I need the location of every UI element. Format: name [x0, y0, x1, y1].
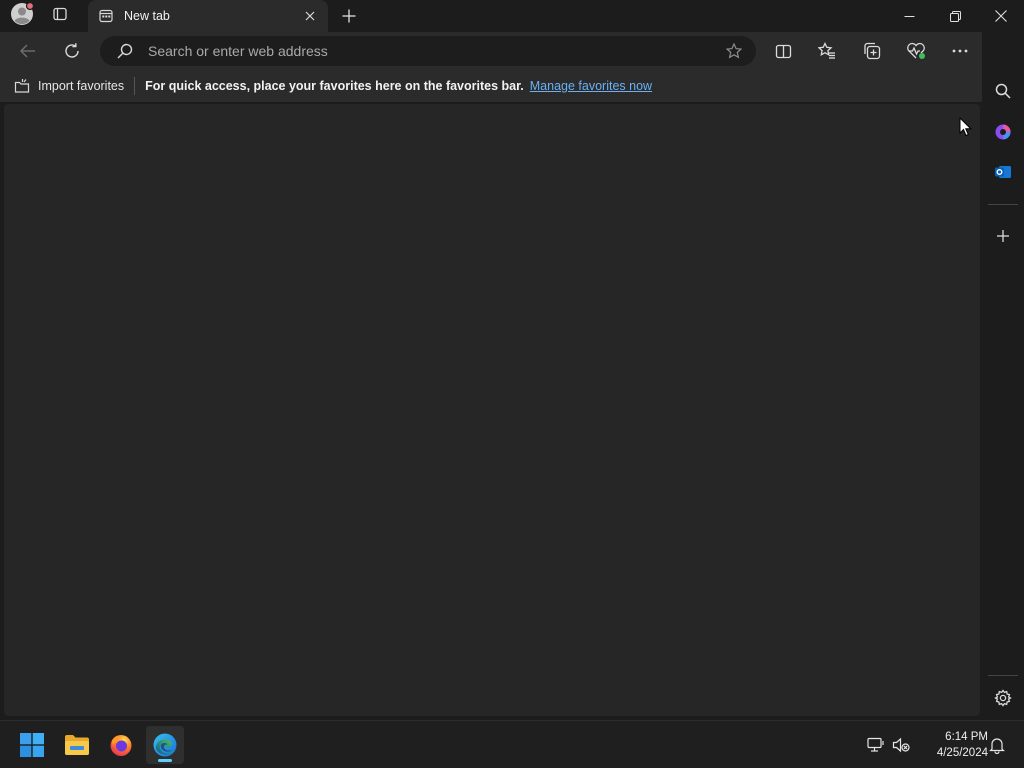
- tray-network[interactable]: [866, 735, 886, 755]
- sidebar-search-button[interactable]: [989, 77, 1017, 105]
- newtab-page-icon: [98, 8, 114, 24]
- close-icon: [995, 10, 1007, 22]
- sidebar-copilot-button[interactable]: [989, 118, 1017, 146]
- settings-icon: [994, 689, 1012, 707]
- collections-button[interactable]: [857, 36, 887, 66]
- taskbar-edge[interactable]: [146, 726, 184, 764]
- notification-bell-icon: [989, 737, 1005, 754]
- address-input[interactable]: [148, 43, 688, 59]
- close-window-button[interactable]: [980, 0, 1022, 32]
- favorites-button[interactable]: [812, 36, 842, 66]
- system-clock[interactable]: 6:14 PM 4/25/2024: [918, 729, 988, 761]
- page-content-area[interactable]: [4, 104, 980, 716]
- close-tab-icon: [305, 11, 315, 21]
- import-favorites-icon: [14, 79, 30, 93]
- sidebar-add-button[interactable]: [989, 222, 1017, 250]
- clock-date: 4/25/2024: [936, 747, 988, 759]
- search-icon: [117, 43, 133, 59]
- sidebar-divider-bottom: [988, 675, 1018, 676]
- sidebar-outlook-button[interactable]: [989, 158, 1017, 186]
- restore-icon: [949, 10, 961, 22]
- split-screen-button[interactable]: [768, 36, 798, 66]
- active-app-indicator: [158, 759, 172, 762]
- favorite-star-icon[interactable]: [725, 42, 743, 59]
- more-icon: [952, 49, 968, 53]
- manage-favorites-link[interactable]: Manage favorites now: [530, 79, 652, 93]
- favorites-icon: [818, 42, 835, 59]
- taskbar-file-explorer[interactable]: [58, 726, 96, 764]
- tab-actions-icon: [52, 6, 68, 27]
- mouse-cursor: [959, 116, 973, 142]
- collections-icon: [864, 42, 881, 60]
- network-icon: [867, 737, 884, 752]
- taskbar: 6:14 PM 4/25/2024: [0, 720, 1024, 768]
- favorites-bar-message: For quick access, place your favorites h…: [145, 79, 524, 93]
- tab-actions-button[interactable]: [46, 0, 74, 32]
- restore-button[interactable]: [934, 0, 976, 32]
- favorites-bar: Import favorites For quick access, place…: [0, 70, 982, 102]
- profile-icon: [10, 1, 35, 31]
- navigation-toolbar: [0, 32, 982, 70]
- sidebar-settings-button[interactable]: [989, 684, 1017, 712]
- refresh-button[interactable]: [57, 36, 87, 66]
- close-tab-button[interactable]: [300, 6, 320, 26]
- minimize-icon: [904, 15, 914, 17]
- outlook-icon: [995, 166, 1011, 178]
- tab-new-tab[interactable]: New tab: [88, 0, 328, 32]
- profile-button[interactable]: [6, 0, 38, 32]
- file-explorer-icon: [65, 735, 89, 755]
- back-button[interactable]: [13, 36, 43, 66]
- search-icon: [995, 83, 1011, 99]
- taskbar-firefox[interactable]: [102, 726, 140, 764]
- firefox-icon: [110, 735, 132, 756]
- new-tab-button[interactable]: [336, 0, 362, 32]
- import-favorites-button[interactable]: Import favorites: [14, 75, 134, 97]
- more-button[interactable]: [945, 36, 975, 66]
- minimize-button[interactable]: [888, 0, 930, 32]
- volume-muted-icon: [892, 737, 910, 753]
- add-icon: [997, 230, 1009, 242]
- tray-volume[interactable]: [891, 735, 911, 755]
- refresh-icon: [65, 43, 79, 58]
- favorites-bar-divider: [134, 77, 136, 95]
- plus-icon: [342, 9, 356, 23]
- tray-notifications[interactable]: [987, 735, 1007, 755]
- clock-time: 6:14 PM: [945, 731, 988, 743]
- windows-start-icon: [20, 733, 44, 757]
- copilot-sidebar-icon: [995, 124, 1011, 140]
- edge-icon: [153, 733, 177, 757]
- sidebar-divider: [988, 204, 1018, 205]
- browser-window: New tab Search or enter web address Impo…: [0, 0, 1024, 768]
- browser-essentials-button[interactable]: [901, 36, 931, 66]
- split-screen-icon: [775, 44, 791, 58]
- sidebar: [982, 32, 1024, 720]
- tab-title: New tab: [124, 9, 170, 23]
- start-button[interactable]: [13, 726, 51, 764]
- browser-essentials-icon: [907, 42, 925, 59]
- cursor-icon: [959, 116, 973, 137]
- title-bar: New tab: [0, 0, 1024, 32]
- back-arrow-icon: [20, 44, 35, 58]
- import-favorites-label: Import favorites: [38, 79, 125, 93]
- address-bar[interactable]: [100, 36, 756, 66]
